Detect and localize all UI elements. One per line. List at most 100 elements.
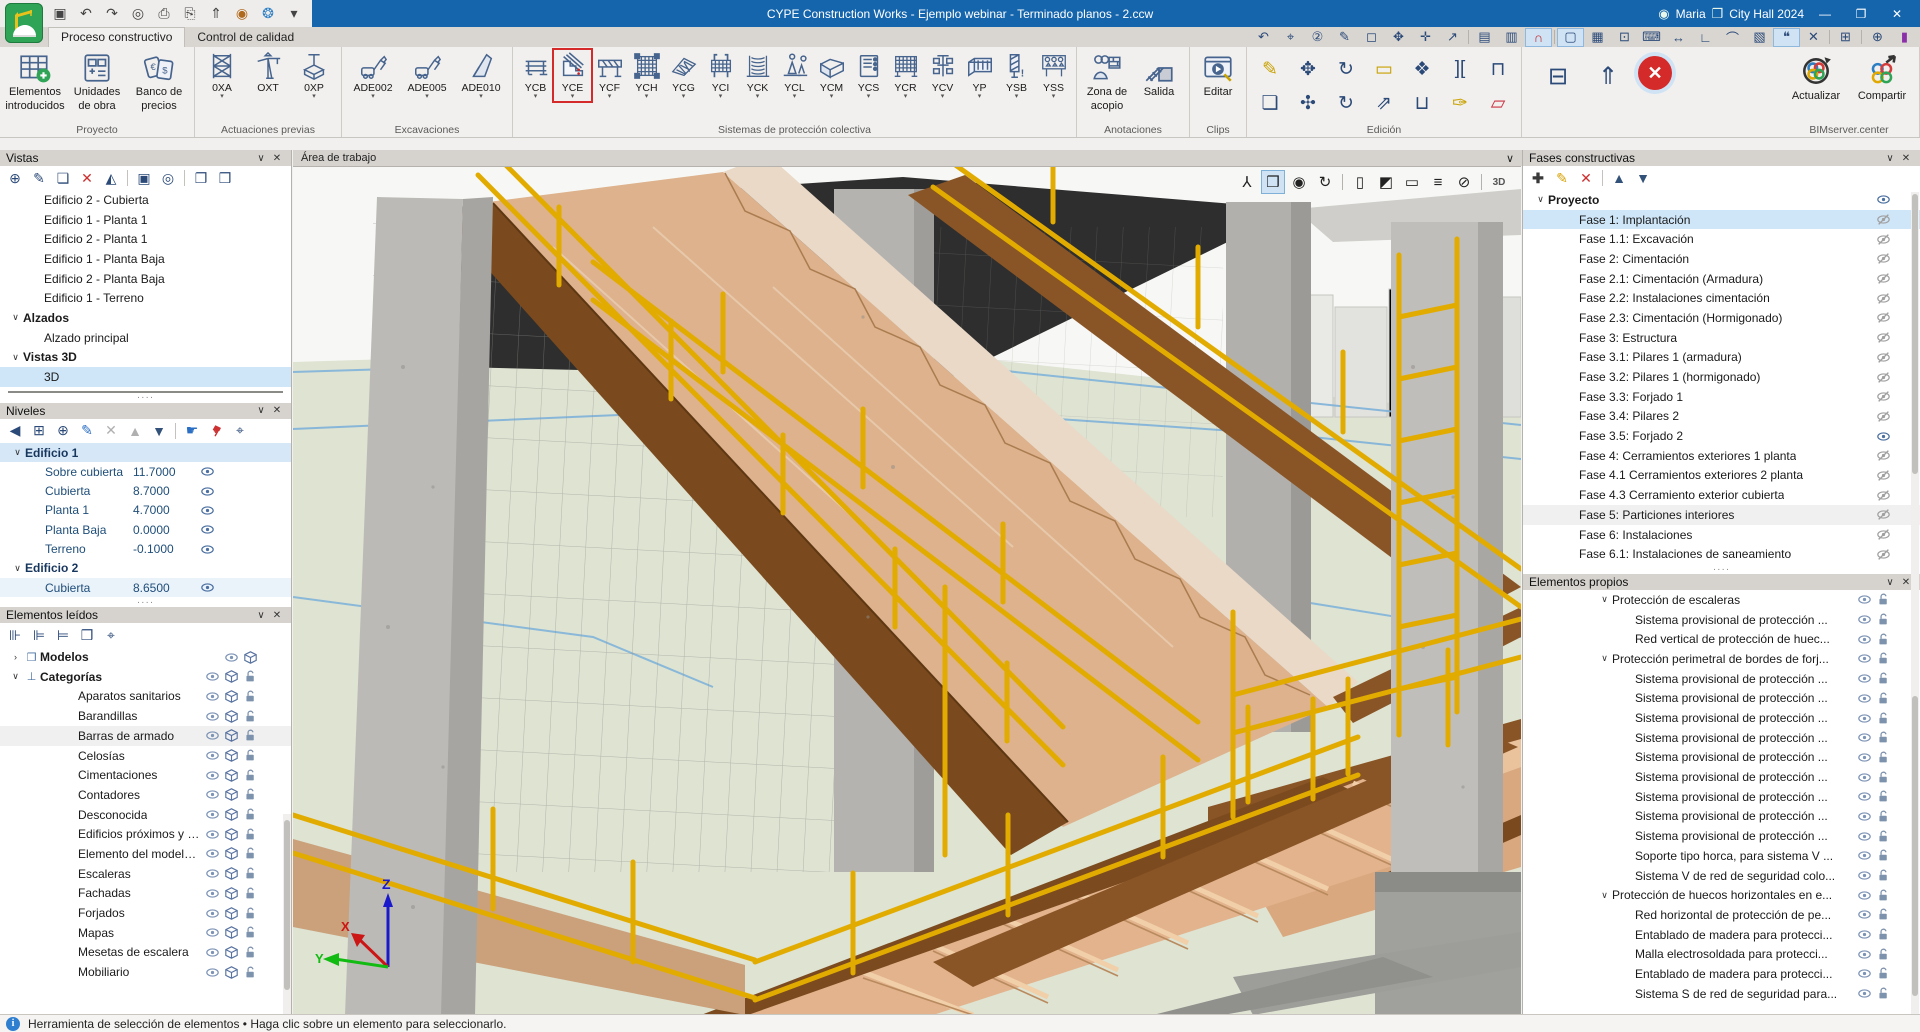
ycm-button[interactable]: YCM ▾ — [813, 50, 850, 101]
lock-open-icon[interactable] — [1877, 908, 1890, 921]
toolbar-divider[interactable] — [1342, 174, 1343, 190]
undo-icon[interactable]: ↶ — [74, 3, 98, 25]
lock-open-icon[interactable] — [1877, 987, 1890, 1000]
eye-off-icon[interactable] — [1877, 331, 1890, 344]
level-slider-icon[interactable]: ⌖ — [229, 421, 251, 441]
phase-row[interactable]: Fase 3: Estructura — [1523, 328, 1920, 348]
menu-caret-icon[interactable]: ▾ — [282, 3, 306, 25]
own-element-row[interactable]: Sistema S de red de seguridad para... — [1523, 984, 1920, 1004]
annotation-icon[interactable]: ❝ — [1773, 27, 1800, 47]
own-element-row[interactable]: Sistema provisional de protección ... — [1523, 787, 1920, 807]
move-icon[interactable]: ✥ — [1289, 54, 1327, 84]
rotate-icon[interactable]: ↻ — [1327, 54, 1365, 84]
collapse-panel-icon[interactable]: ∨ — [253, 610, 269, 621]
eye-icon[interactable] — [1858, 593, 1871, 606]
phase-row[interactable]: Fase 5: Particiones interiores — [1523, 505, 1920, 525]
lock-open-icon[interactable] — [244, 788, 257, 801]
redraw-icon[interactable]: ✎ — [1331, 28, 1358, 47]
window-layout-icon[interactable]: ⊞ — [1832, 28, 1859, 47]
oxt-button[interactable]: OXT — [245, 50, 291, 95]
yck-button[interactable]: YCK ▾ — [739, 50, 776, 101]
view-group-vistas-3d[interactable]: ∨ Vistas 3D — [0, 348, 291, 368]
eye-icon[interactable] — [1858, 928, 1871, 941]
model-root[interactable]: › ❒ Modelos — [0, 647, 291, 667]
own-element-row[interactable]: Malla electrosoldada para protecci... — [1523, 944, 1920, 964]
own-element-row[interactable]: Sistema provisional de protección ... — [1523, 767, 1920, 787]
category-row[interactable]: Mobiliario — [0, 962, 291, 982]
eye-icon[interactable] — [201, 485, 214, 498]
category-root[interactable]: ∨ ⊥ Categorías — [0, 667, 291, 687]
cube-icon[interactable] — [225, 808, 238, 821]
level-row[interactable]: Planta 1 4.7000 — [0, 501, 291, 520]
category-row[interactable]: Contadores — [0, 785, 291, 805]
own-element-row[interactable]: Red horizontal de protección de pe... — [1523, 905, 1920, 925]
category-row[interactable]: Mesetas de escalera — [0, 943, 291, 963]
eye-icon[interactable] — [206, 907, 219, 920]
dxf-dwg-icon[interactable]: ▤ — [1471, 28, 1498, 47]
help-book-icon[interactable]: ▮ — [1891, 28, 1918, 47]
dimension-icon[interactable]: ↔ — [1665, 28, 1692, 47]
phase-row[interactable]: Fase 2.3: Cimentación (Hormigonado) — [1523, 308, 1920, 328]
hide-elements-tool-icon[interactable]: ⊘ — [1452, 170, 1476, 194]
orbit-icon[interactable]: ✛ — [1412, 28, 1439, 47]
ycv-button[interactable]: YCV ▾ — [924, 50, 961, 101]
eye-icon[interactable] — [1858, 613, 1871, 626]
category-row[interactable]: Fachadas — [0, 884, 291, 904]
eye-icon[interactable] — [1858, 731, 1871, 744]
ysb-button[interactable]: YSB ▾ — [998, 50, 1035, 101]
eye-icon[interactable] — [1858, 692, 1871, 705]
eye-icon[interactable] — [201, 523, 214, 536]
tab-control-de-calidad[interactable]: Control de calidad — [185, 28, 306, 47]
select-window-icon[interactable]: ▧ — [1746, 28, 1773, 47]
eye-icon[interactable] — [1858, 652, 1871, 665]
lock-open-icon[interactable] — [1877, 810, 1890, 823]
salida-button[interactable]: Salida — [1133, 50, 1185, 101]
lock-open-icon[interactable] — [244, 710, 257, 723]
level-row[interactable]: Sobre cubierta 11.7000 — [0, 462, 291, 481]
lock-open-icon[interactable] — [244, 926, 257, 939]
level-row[interactable]: Cubierta 8.7000 — [0, 481, 291, 500]
close-panel-icon[interactable]: ✕ — [1898, 153, 1914, 164]
chevron-down-icon[interactable]: ∨ — [1597, 890, 1612, 901]
view-item[interactable]: Alzado principal — [0, 328, 291, 348]
frame-icon[interactable]: ▢ — [1557, 27, 1584, 47]
level-row[interactable]: Planta Baja 0.0000 — [0, 520, 291, 539]
lock-open-icon[interactable] — [1877, 712, 1890, 725]
ych-button[interactable]: YCH ▾ — [628, 50, 665, 101]
lock-open-icon[interactable] — [1877, 593, 1890, 606]
ade005-button[interactable]: ADE005 ▾ — [400, 50, 454, 101]
pan-icon[interactable]: ✥ — [1385, 28, 1412, 47]
lock-open-icon[interactable] — [1877, 967, 1890, 980]
grid-icon[interactable]: ▦ — [1584, 28, 1611, 47]
elementos-introducidos-button[interactable]: Elementos introducidos — [4, 50, 66, 113]
chevron-down-icon[interactable]: ∨ — [10, 563, 25, 574]
lock-open-icon[interactable] — [1877, 869, 1890, 882]
cube-icon[interactable] — [225, 709, 238, 723]
level-building[interactable]: ∨ Edificio 1 — [0, 442, 291, 463]
move-layer-icon[interactable]: ❖ — [1403, 54, 1441, 84]
eye-icon[interactable] — [206, 867, 219, 880]
level-down-icon[interactable]: ▼ — [148, 421, 170, 441]
measure-icon[interactable]: ▭ — [1365, 54, 1403, 84]
copy-icon[interactable]: ❏ — [1251, 88, 1289, 118]
snapshot-search-icon[interactable]: ◎ — [157, 168, 179, 188]
opacity-slider-icon[interactable]: ⌖ — [100, 625, 122, 645]
own-element-row[interactable]: Sistema provisional de protección ... — [1523, 807, 1920, 827]
search-icon[interactable]: ◎ — [126, 3, 150, 25]
orbit-cube-tool-icon[interactable]: ❒ — [1261, 170, 1285, 194]
scrollbar[interactable] — [283, 814, 291, 1032]
minimize-button[interactable]: — — [1810, 0, 1840, 27]
cube-icon[interactable] — [225, 729, 238, 743]
delete-level-icon[interactable]: ✕ — [100, 421, 122, 441]
redo-icon[interactable]: ↷ — [100, 3, 124, 25]
own-element-group[interactable]: ∨ Protección de huecos horizontales en e… — [1523, 885, 1920, 905]
zoom-scale-icon[interactable]: ② — [1304, 28, 1331, 47]
protractor-icon[interactable]: ⌒ — [1719, 28, 1746, 47]
0xp-button[interactable]: 0XP ▾ — [291, 50, 337, 101]
category-row[interactable]: Desconocida — [0, 805, 291, 825]
ycf-button[interactable]: YCF ▾ — [591, 50, 628, 101]
eye-icon[interactable] — [1858, 751, 1871, 764]
full-screen-icon[interactable]: ↗ — [1439, 28, 1466, 47]
lock-open-icon[interactable] — [1877, 672, 1890, 685]
phase-row[interactable]: Fase 4: Cerramientos exteriores 1 planta — [1523, 446, 1920, 466]
